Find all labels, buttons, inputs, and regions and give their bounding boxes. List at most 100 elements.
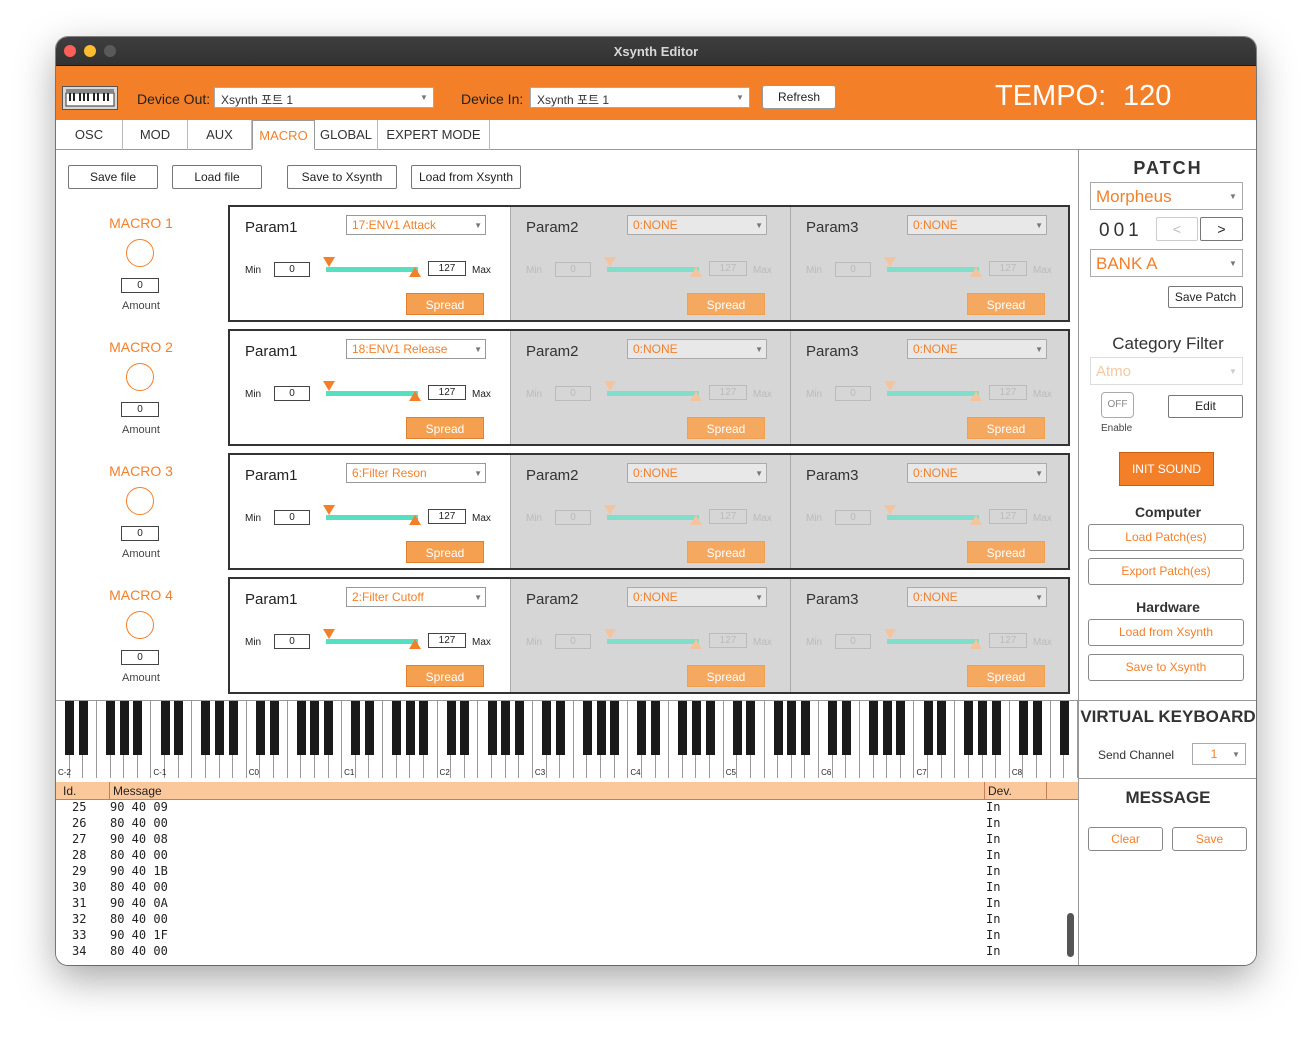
black-key[interactable] bbox=[364, 701, 374, 755]
black-key[interactable] bbox=[596, 701, 606, 755]
max-field[interactable]: 127 bbox=[989, 633, 1027, 648]
black-key[interactable] bbox=[65, 701, 75, 755]
spread-button[interactable]: Spread bbox=[406, 293, 484, 315]
prev-patch-button[interactable]: < bbox=[1156, 217, 1198, 241]
bank-select[interactable]: BANK A ▼ bbox=[1090, 249, 1243, 277]
tab-macro[interactable]: MACRO bbox=[252, 120, 315, 150]
min-field[interactable]: 0 bbox=[555, 634, 591, 649]
range-min-handle[interactable] bbox=[323, 629, 335, 639]
range-track[interactable] bbox=[887, 639, 979, 644]
tab-osc[interactable]: OSC bbox=[56, 120, 123, 150]
tab-global[interactable]: GLOBAL bbox=[315, 120, 378, 150]
param-select[interactable]: 0:NONE ▼ bbox=[627, 463, 767, 483]
range-min-handle[interactable] bbox=[884, 629, 896, 639]
black-key[interactable] bbox=[174, 701, 184, 755]
black-key[interactable] bbox=[787, 701, 797, 755]
spread-button[interactable]: Spread bbox=[687, 541, 765, 563]
min-field[interactable]: 0 bbox=[274, 386, 310, 401]
max-field[interactable]: 127 bbox=[989, 385, 1027, 400]
range-min-handle[interactable] bbox=[884, 257, 896, 267]
range-track[interactable] bbox=[607, 639, 699, 644]
black-key[interactable] bbox=[460, 701, 470, 755]
black-key[interactable] bbox=[119, 701, 129, 755]
category-select[interactable]: Atmo ▼ bbox=[1090, 357, 1243, 385]
range-max-handle[interactable] bbox=[409, 391, 421, 401]
hardware-save-button[interactable]: Save to Xsynth bbox=[1088, 654, 1244, 681]
range-max-handle[interactable] bbox=[690, 639, 702, 649]
black-key[interactable] bbox=[419, 701, 429, 755]
macro-amount-field[interactable]: 0 bbox=[121, 650, 159, 665]
black-key[interactable] bbox=[582, 701, 592, 755]
param-select[interactable]: 0:NONE ▼ bbox=[907, 215, 1047, 235]
range-max-handle[interactable] bbox=[690, 515, 702, 525]
range-track[interactable] bbox=[326, 639, 418, 644]
load-file-button[interactable]: Load file bbox=[172, 165, 262, 189]
range-min-handle[interactable] bbox=[884, 505, 896, 515]
black-key[interactable] bbox=[201, 701, 211, 755]
range-track[interactable] bbox=[326, 391, 418, 396]
max-field[interactable]: 127 bbox=[709, 509, 747, 524]
send-channel-select[interactable]: 1 ▼ bbox=[1192, 743, 1246, 765]
range-max-handle[interactable] bbox=[409, 515, 421, 525]
black-key[interactable] bbox=[678, 701, 688, 755]
tab-expert-mode[interactable]: EXPERT MODE bbox=[378, 120, 490, 150]
param-select[interactable]: 0:NONE ▼ bbox=[907, 587, 1047, 607]
virtual-piano-keyboard[interactable]: C-2 C-1 C0 C1 C2 C3 C4 C5 C6 C7 C8 bbox=[56, 700, 1078, 779]
param-select[interactable]: 6:Filter Reson ▼ bbox=[346, 463, 486, 483]
max-field[interactable]: 127 bbox=[709, 633, 747, 648]
param-select[interactable]: 2:Filter Cutoff ▼ bbox=[346, 587, 486, 607]
spread-button[interactable]: Spread bbox=[687, 665, 765, 687]
tab-mod[interactable]: MOD bbox=[123, 120, 188, 150]
max-field[interactable]: 127 bbox=[709, 385, 747, 400]
macro-amount-field[interactable]: 0 bbox=[121, 402, 159, 417]
save-file-button[interactable]: Save file bbox=[68, 165, 158, 189]
spread-button[interactable]: Spread bbox=[406, 541, 484, 563]
device-in-select[interactable]: Xsynth 포트 1 ▼ bbox=[530, 87, 750, 108]
min-field[interactable]: 0 bbox=[555, 510, 591, 525]
black-key[interactable] bbox=[610, 701, 620, 755]
tempo-value[interactable]: 120 bbox=[1123, 80, 1171, 113]
range-min-handle[interactable] bbox=[604, 257, 616, 267]
range-track[interactable] bbox=[607, 267, 699, 272]
range-max-handle[interactable] bbox=[409, 267, 421, 277]
black-key[interactable] bbox=[828, 701, 838, 755]
spread-button[interactable]: Spread bbox=[967, 293, 1045, 315]
category-filter-toggle[interactable]: OFF bbox=[1101, 392, 1134, 418]
black-key[interactable] bbox=[255, 701, 265, 755]
range-track[interactable] bbox=[326, 267, 418, 272]
param-select[interactable]: 0:NONE ▼ bbox=[907, 463, 1047, 483]
black-key[interactable] bbox=[501, 701, 511, 755]
load-patches-button[interactable]: Load Patch(es) bbox=[1088, 524, 1244, 551]
max-field[interactable]: 127 bbox=[428, 633, 466, 648]
device-out-select[interactable]: Xsynth 포트 1 ▼ bbox=[214, 87, 434, 108]
spread-button[interactable]: Spread bbox=[967, 541, 1045, 563]
min-field[interactable]: 0 bbox=[274, 510, 310, 525]
save-to-xsynth-button[interactable]: Save to Xsynth bbox=[287, 165, 397, 189]
spread-button[interactable]: Spread bbox=[967, 417, 1045, 439]
black-key[interactable] bbox=[106, 701, 115, 755]
next-patch-button[interactable]: > bbox=[1200, 217, 1243, 241]
black-key[interactable] bbox=[841, 701, 851, 755]
spread-button[interactable]: Spread bbox=[406, 665, 484, 687]
spread-button[interactable]: Spread bbox=[687, 293, 765, 315]
max-field[interactable]: 127 bbox=[428, 261, 466, 276]
max-field[interactable]: 127 bbox=[989, 509, 1027, 524]
black-key[interactable] bbox=[964, 701, 974, 755]
black-key[interactable] bbox=[133, 701, 143, 755]
tab-aux[interactable]: AUX bbox=[188, 120, 252, 150]
clear-log-button[interactable]: Clear bbox=[1088, 827, 1163, 851]
param-select[interactable]: 0:NONE ▼ bbox=[907, 339, 1047, 359]
black-key[interactable] bbox=[215, 701, 225, 755]
max-field[interactable]: 127 bbox=[709, 261, 747, 276]
range-track[interactable] bbox=[326, 515, 418, 520]
black-key[interactable] bbox=[542, 701, 552, 755]
range-min-handle[interactable] bbox=[884, 381, 896, 391]
range-track[interactable] bbox=[887, 515, 979, 520]
param-select[interactable]: 18:ENV1 Release ▼ bbox=[346, 339, 486, 359]
init-sound-button[interactable]: INIT SOUND bbox=[1119, 452, 1214, 486]
param-select[interactable]: 0:NONE ▼ bbox=[627, 215, 767, 235]
black-key[interactable] bbox=[324, 701, 334, 755]
max-field[interactable]: 127 bbox=[989, 261, 1027, 276]
min-field[interactable]: 0 bbox=[835, 386, 871, 401]
max-field[interactable]: 127 bbox=[428, 385, 466, 400]
